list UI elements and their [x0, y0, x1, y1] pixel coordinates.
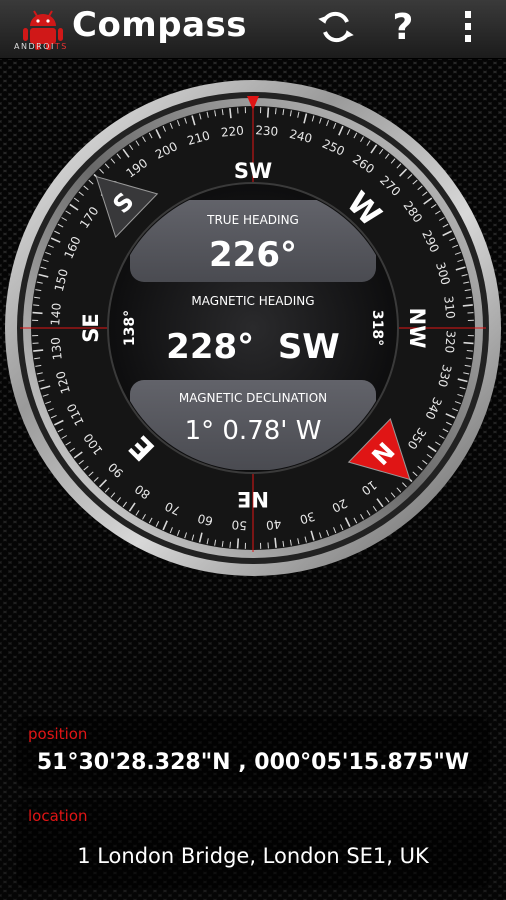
true-heading-value: 226°	[209, 235, 297, 275]
compass-dial: 2302402502602702802903003103203303403500…	[5, 80, 501, 576]
degree-tick	[32, 311, 43, 315]
app-title: Compass	[72, 5, 247, 45]
degree-tick	[236, 538, 240, 549]
degree-label: 140	[48, 302, 64, 326]
position-label: position	[28, 725, 88, 743]
degree-tick	[462, 304, 473, 307]
magnetic-heading-label: MAGNETIC HEADING	[191, 294, 314, 308]
degree-tick	[33, 304, 40, 307]
degree-tick	[229, 108, 232, 119]
degree-tick	[33, 349, 44, 352]
location-value: 1 London Bridge, London SE1, UK	[77, 844, 429, 868]
app-bar: ANDROITS Compass ?	[0, 0, 506, 59]
inner-label-top: SW	[234, 159, 272, 183]
degree-label: 310	[441, 295, 457, 319]
overflow-menu-icon	[465, 11, 471, 42]
degree-tick	[274, 108, 277, 115]
degree-label: 220	[220, 123, 244, 139]
degree-label: 50	[231, 518, 247, 533]
degree-tick	[463, 341, 474, 345]
inner-deg-right: 318°	[369, 310, 385, 346]
degree-label: 130	[48, 337, 64, 361]
position-value: 51°30'28.328"N , 000°05'15.875"W	[36, 750, 470, 775]
inner-deg-left: 138°	[122, 310, 138, 346]
logo-text: ANDROITS	[14, 42, 68, 51]
degree-label: 320	[442, 330, 458, 354]
degree-label: 40	[265, 517, 282, 533]
help-icon: ?	[392, 6, 414, 48]
degree-label: 230	[255, 123, 279, 139]
degree-tick	[274, 537, 277, 548]
degree-tick	[229, 541, 232, 548]
degree-tick	[466, 349, 473, 352]
inner-label-left: SE	[79, 313, 103, 342]
degree-tick	[266, 107, 270, 118]
inner-label-right: NW	[405, 308, 429, 349]
location-label: location	[28, 807, 88, 825]
help-button[interactable]: ?	[380, 6, 426, 48]
location-panel: location 1 London Bridge, London SE1, UK	[16, 798, 490, 888]
inner-label-bottom: NE	[237, 487, 269, 511]
overflow-menu-button[interactable]	[450, 6, 486, 48]
refresh-icon	[318, 11, 354, 43]
declination-value: 1° 0.78' W	[185, 416, 322, 446]
refresh-button[interactable]	[312, 6, 360, 48]
true-heading-label: TRUE HEADING	[206, 213, 299, 227]
declination-label: MAGNETIC DECLINATION	[179, 391, 327, 405]
position-panel: position 51°30'28.328"N , 000°05'15.875"…	[16, 716, 490, 788]
magnetic-heading-value: 228° SW	[166, 327, 340, 367]
